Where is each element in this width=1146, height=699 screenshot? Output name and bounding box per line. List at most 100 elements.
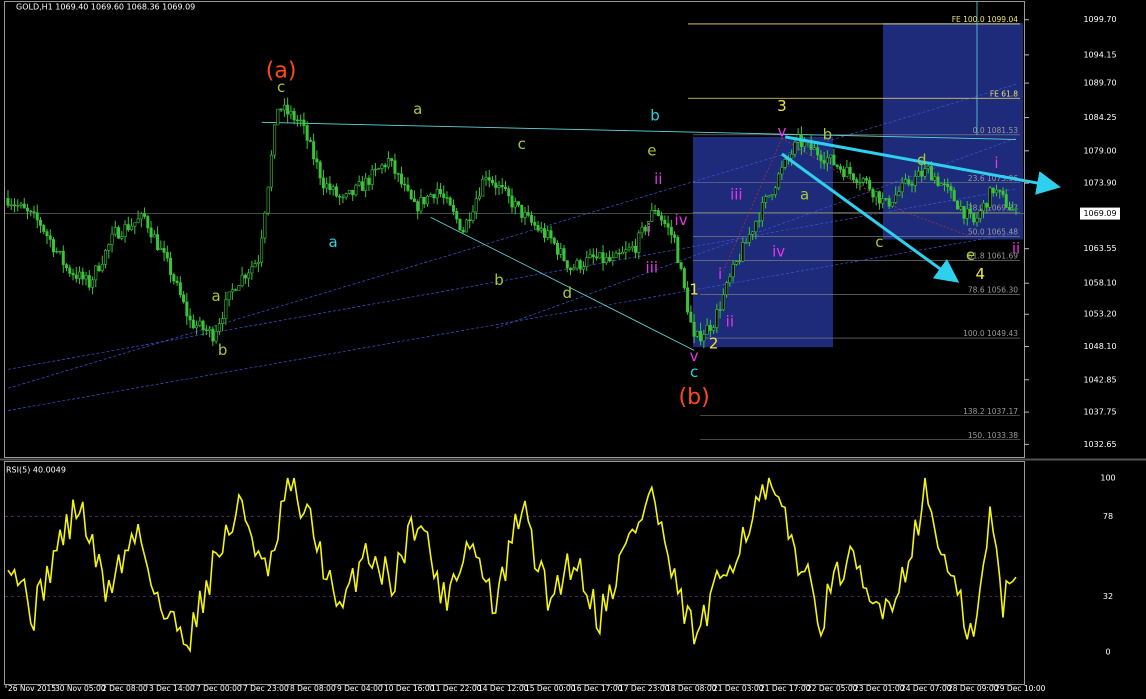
candle-body[interactable]: [451, 204, 455, 212]
candle-body[interactable]: [520, 204, 524, 218]
candle-body[interactable]: [42, 225, 46, 232]
candle-body[interactable]: [370, 169, 374, 185]
candle-body[interactable]: [855, 179, 859, 183]
candle-body[interactable]: [513, 201, 517, 208]
candle-body[interactable]: [19, 203, 23, 206]
candle-body[interactable]: [247, 272, 251, 279]
candle-body[interactable]: [91, 279, 95, 288]
candle-body[interactable]: [624, 249, 628, 253]
candle-body[interactable]: [136, 218, 140, 224]
candle-body[interactable]: [204, 329, 208, 331]
candle-body[interactable]: [416, 201, 420, 212]
candle-body[interactable]: [191, 319, 195, 329]
candle-body[interactable]: [725, 282, 729, 296]
chart-canvas[interactable]: 0.0 1081.5323.6 1073.9638.2 1069.2750.0 …: [0, 0, 1146, 695]
candle-body[interactable]: [556, 242, 560, 255]
candle-body[interactable]: [955, 200, 959, 210]
candle-body[interactable]: [425, 195, 429, 205]
candle-body[interactable]: [897, 191, 901, 196]
candle-body[interactable]: [575, 260, 579, 269]
candle-body[interactable]: [107, 244, 111, 251]
candle-body[interactable]: [104, 250, 108, 265]
candle-body[interactable]: [900, 182, 904, 193]
candle-body[interactable]: [74, 274, 78, 279]
candle-body[interactable]: [435, 188, 439, 199]
candle-body[interactable]: [55, 250, 59, 253]
candle-body[interactable]: [471, 211, 475, 221]
candle-body[interactable]: [45, 231, 49, 237]
candle-body[interactable]: [770, 194, 774, 196]
candle-body[interactable]: [858, 181, 862, 184]
candle-body[interactable]: [35, 212, 39, 221]
candle-body[interactable]: [256, 261, 260, 264]
candle-body[interactable]: [923, 168, 927, 177]
candle-body[interactable]: [676, 237, 680, 263]
candle-body[interactable]: [803, 141, 807, 148]
candle-body[interactable]: [409, 189, 413, 200]
candle-body[interactable]: [438, 188, 442, 195]
candle-body[interactable]: [981, 202, 985, 212]
candle-body[interactable]: [341, 196, 345, 199]
candle-body[interactable]: [517, 201, 521, 206]
candle-body[interactable]: [825, 157, 829, 164]
candle-body[interactable]: [868, 179, 872, 190]
candle-body[interactable]: [650, 209, 654, 222]
candle-body[interactable]: [48, 235, 52, 240]
candle-body[interactable]: [526, 212, 530, 216]
candle-body[interactable]: [32, 211, 36, 214]
candle-body[interactable]: [260, 237, 264, 263]
candle-body[interactable]: [913, 175, 917, 186]
candle-body[interactable]: [390, 158, 394, 161]
candle-body[interactable]: [939, 183, 943, 186]
candle-body[interactable]: [682, 268, 686, 289]
candle-body[interactable]: [793, 141, 797, 155]
candle-body[interactable]: [656, 210, 660, 216]
candle-body[interactable]: [968, 208, 972, 214]
candle-body[interactable]: [926, 165, 930, 169]
candle-body[interactable]: [58, 250, 62, 253]
candle-body[interactable]: [380, 164, 384, 169]
candle-body[interactable]: [559, 248, 563, 255]
candle-body[interactable]: [569, 267, 573, 271]
candle-body[interactable]: [123, 224, 127, 237]
candle-body[interactable]: [412, 198, 416, 202]
candle-body[interactable]: [13, 204, 17, 207]
candle-body[interactable]: [269, 154, 273, 188]
candle-body[interactable]: [490, 179, 494, 184]
candle-body[interactable]: [890, 202, 894, 207]
candle-body[interactable]: [126, 224, 130, 231]
candle-body[interactable]: [448, 197, 452, 206]
candle-body[interactable]: [630, 245, 634, 249]
candle-body[interactable]: [39, 219, 43, 226]
candle-body[interactable]: [84, 275, 88, 280]
candle-body[interactable]: [614, 252, 618, 258]
candle-body[interactable]: [94, 265, 98, 281]
candle-body[interactable]: [884, 198, 888, 200]
candle-body[interactable]: [608, 257, 612, 261]
candle-body[interactable]: [87, 275, 91, 288]
candle-body[interactable]: [302, 119, 306, 126]
candle-body[interactable]: [933, 176, 937, 181]
candle-body[interactable]: [286, 104, 290, 115]
candle-body[interactable]: [364, 177, 368, 191]
candle-body[interactable]: [663, 219, 667, 224]
candle-body[interactable]: [783, 159, 787, 168]
candle-body[interactable]: [861, 178, 865, 183]
candle-body[interactable]: [198, 320, 202, 326]
candle-body[interactable]: [22, 203, 26, 209]
candle-body[interactable]: [894, 194, 898, 203]
candle-body[interactable]: [975, 217, 979, 223]
candle-body[interactable]: [829, 154, 833, 159]
candle-body[interactable]: [673, 234, 677, 238]
candle-body[interactable]: [445, 197, 449, 199]
candle-body[interactable]: [689, 311, 693, 323]
candle-body[interactable]: [234, 289, 238, 291]
candle-body[interactable]: [757, 220, 761, 222]
candle-body[interactable]: [549, 230, 553, 239]
candle-body[interactable]: [721, 294, 725, 311]
candle-body[interactable]: [816, 147, 820, 156]
candle-body[interactable]: [26, 207, 30, 212]
candle-body[interactable]: [97, 265, 101, 272]
candle-body[interactable]: [243, 274, 247, 279]
candle-body[interactable]: [585, 257, 589, 268]
